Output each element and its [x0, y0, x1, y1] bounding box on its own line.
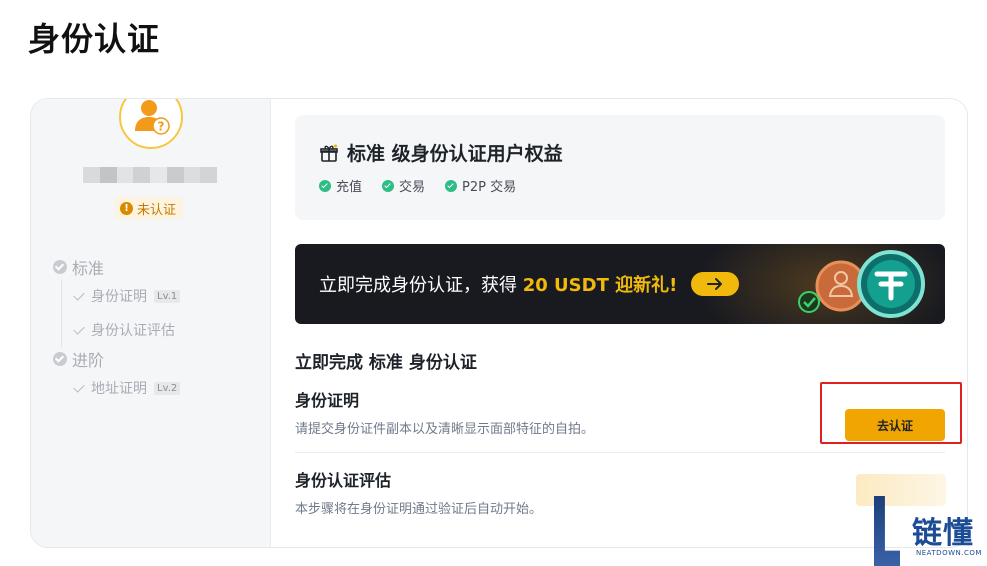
reward-coins-icon	[798, 250, 925, 318]
level-standard: 标准	[53, 255, 253, 279]
promo-text-lead: 立即完成身份认证，获得	[319, 275, 523, 296]
username-masked	[83, 167, 217, 183]
verification-steps: 标准 身份证明 Lv.1 身份认证评估 进阶 地址证明 Lv.2	[53, 255, 253, 405]
gift-icon	[320, 143, 338, 162]
check-circle-icon	[319, 179, 331, 192]
substep-label: 地址证明	[91, 381, 147, 397]
watermark-l-shape	[874, 496, 900, 566]
substep-identity: 身份证明 Lv.1	[73, 279, 253, 313]
sidebar: ? ! 未认证 标准 身份证明 Lv.1 身份认证评估 进阶 地址证明 Lv.2	[31, 99, 271, 547]
task-identity-proof: 身份证明 请提交身份证件副本以及清晰显示面部特征的自拍。 去认证	[295, 373, 945, 453]
user-unknown-icon: ?	[135, 100, 170, 135]
benefit-list: 充值 交易 P2P 交易	[319, 176, 945, 195]
benefits-title: 标准 级身份认证用户权益	[319, 139, 945, 166]
task-name: 身份认证评估	[295, 471, 392, 490]
level-badge: Lv.1	[154, 289, 181, 303]
promo-arrow-button[interactable]	[691, 272, 740, 296]
promo-highlight: 20 USDT 迎新礼!	[522, 275, 678, 296]
benefit-item: 交易	[382, 176, 425, 195]
substep-assessment: 身份认证评估	[73, 313, 253, 347]
benefits-title-text: 标准 级身份认证用户权益	[347, 143, 563, 165]
benefits-panel: 标准 级身份认证用户权益 充值 交易 P2P 交易	[295, 115, 945, 220]
check-circle-icon	[445, 179, 458, 192]
level-advanced: 进阶	[53, 347, 253, 371]
substep-label: 身份证明	[91, 289, 147, 305]
level-label: 标准	[72, 259, 105, 278]
promo-banner[interactable]: 立即完成身份认证，获得 20 USDT 迎新礼!	[295, 244, 945, 324]
task-description: 本步骤将在身份证明通过验证后自动开始。	[295, 502, 543, 517]
benefit-item: P2P 交易	[445, 176, 516, 195]
task-name: 身份证明	[295, 391, 360, 410]
task-identity-assessment: 身份认证评估 本步骤将在身份证明通过验证后自动开始。	[295, 453, 945, 517]
promo-text: 立即完成身份认证，获得 20 USDT 迎新礼!	[319, 271, 677, 297]
check-icon	[73, 380, 85, 393]
watermark-url: NEATDOWN.COM	[916, 549, 982, 557]
watermark-logo: 链懂 NEATDOWN.COM	[856, 468, 987, 566]
arrow-right-icon	[707, 278, 723, 290]
status-badge: ! 未认证	[115, 197, 184, 219]
avatar: ?	[119, 99, 183, 149]
substeps-standard: 身份证明 Lv.1 身份认证评估	[61, 279, 253, 347]
verification-card: ? ! 未认证 标准 身份证明 Lv.1 身份认证评估 进阶 地址证明 Lv.2…	[30, 98, 968, 548]
svg-text:?: ?	[158, 120, 165, 134]
check-circle-icon	[53, 260, 67, 274]
warning-icon: !	[120, 201, 133, 215]
benefit-item: 充值	[319, 176, 362, 195]
benefit-label: 充值	[336, 180, 363, 195]
section-title: 立即完成 标准 身份认证	[295, 353, 477, 373]
main-content: 标准 级身份认证用户权益 充值 交易 P2P 交易 立即完成身份认证，获得 20…	[295, 115, 945, 517]
check-circle-icon	[53, 352, 67, 366]
start-verification-button[interactable]: 去认证	[845, 409, 945, 441]
benefit-label: P2P 交易	[462, 180, 517, 195]
substep-address: 地址证明 Lv.2	[73, 371, 253, 405]
level-label: 进阶	[72, 351, 105, 370]
check-circle-icon	[382, 179, 395, 192]
page-title: 身份认证	[28, 20, 161, 58]
status-badge-label: 未认证	[137, 202, 177, 218]
substep-label: 身份认证评估	[91, 323, 175, 339]
check-icon	[73, 288, 85, 301]
level-badge: Lv.2	[154, 381, 181, 395]
check-icon	[73, 322, 85, 335]
benefit-label: 交易	[399, 180, 426, 195]
watermark-backdrop	[856, 474, 946, 506]
substeps-advanced: 地址证明 Lv.2	[61, 371, 253, 405]
watermark-name: 链懂	[912, 516, 974, 551]
